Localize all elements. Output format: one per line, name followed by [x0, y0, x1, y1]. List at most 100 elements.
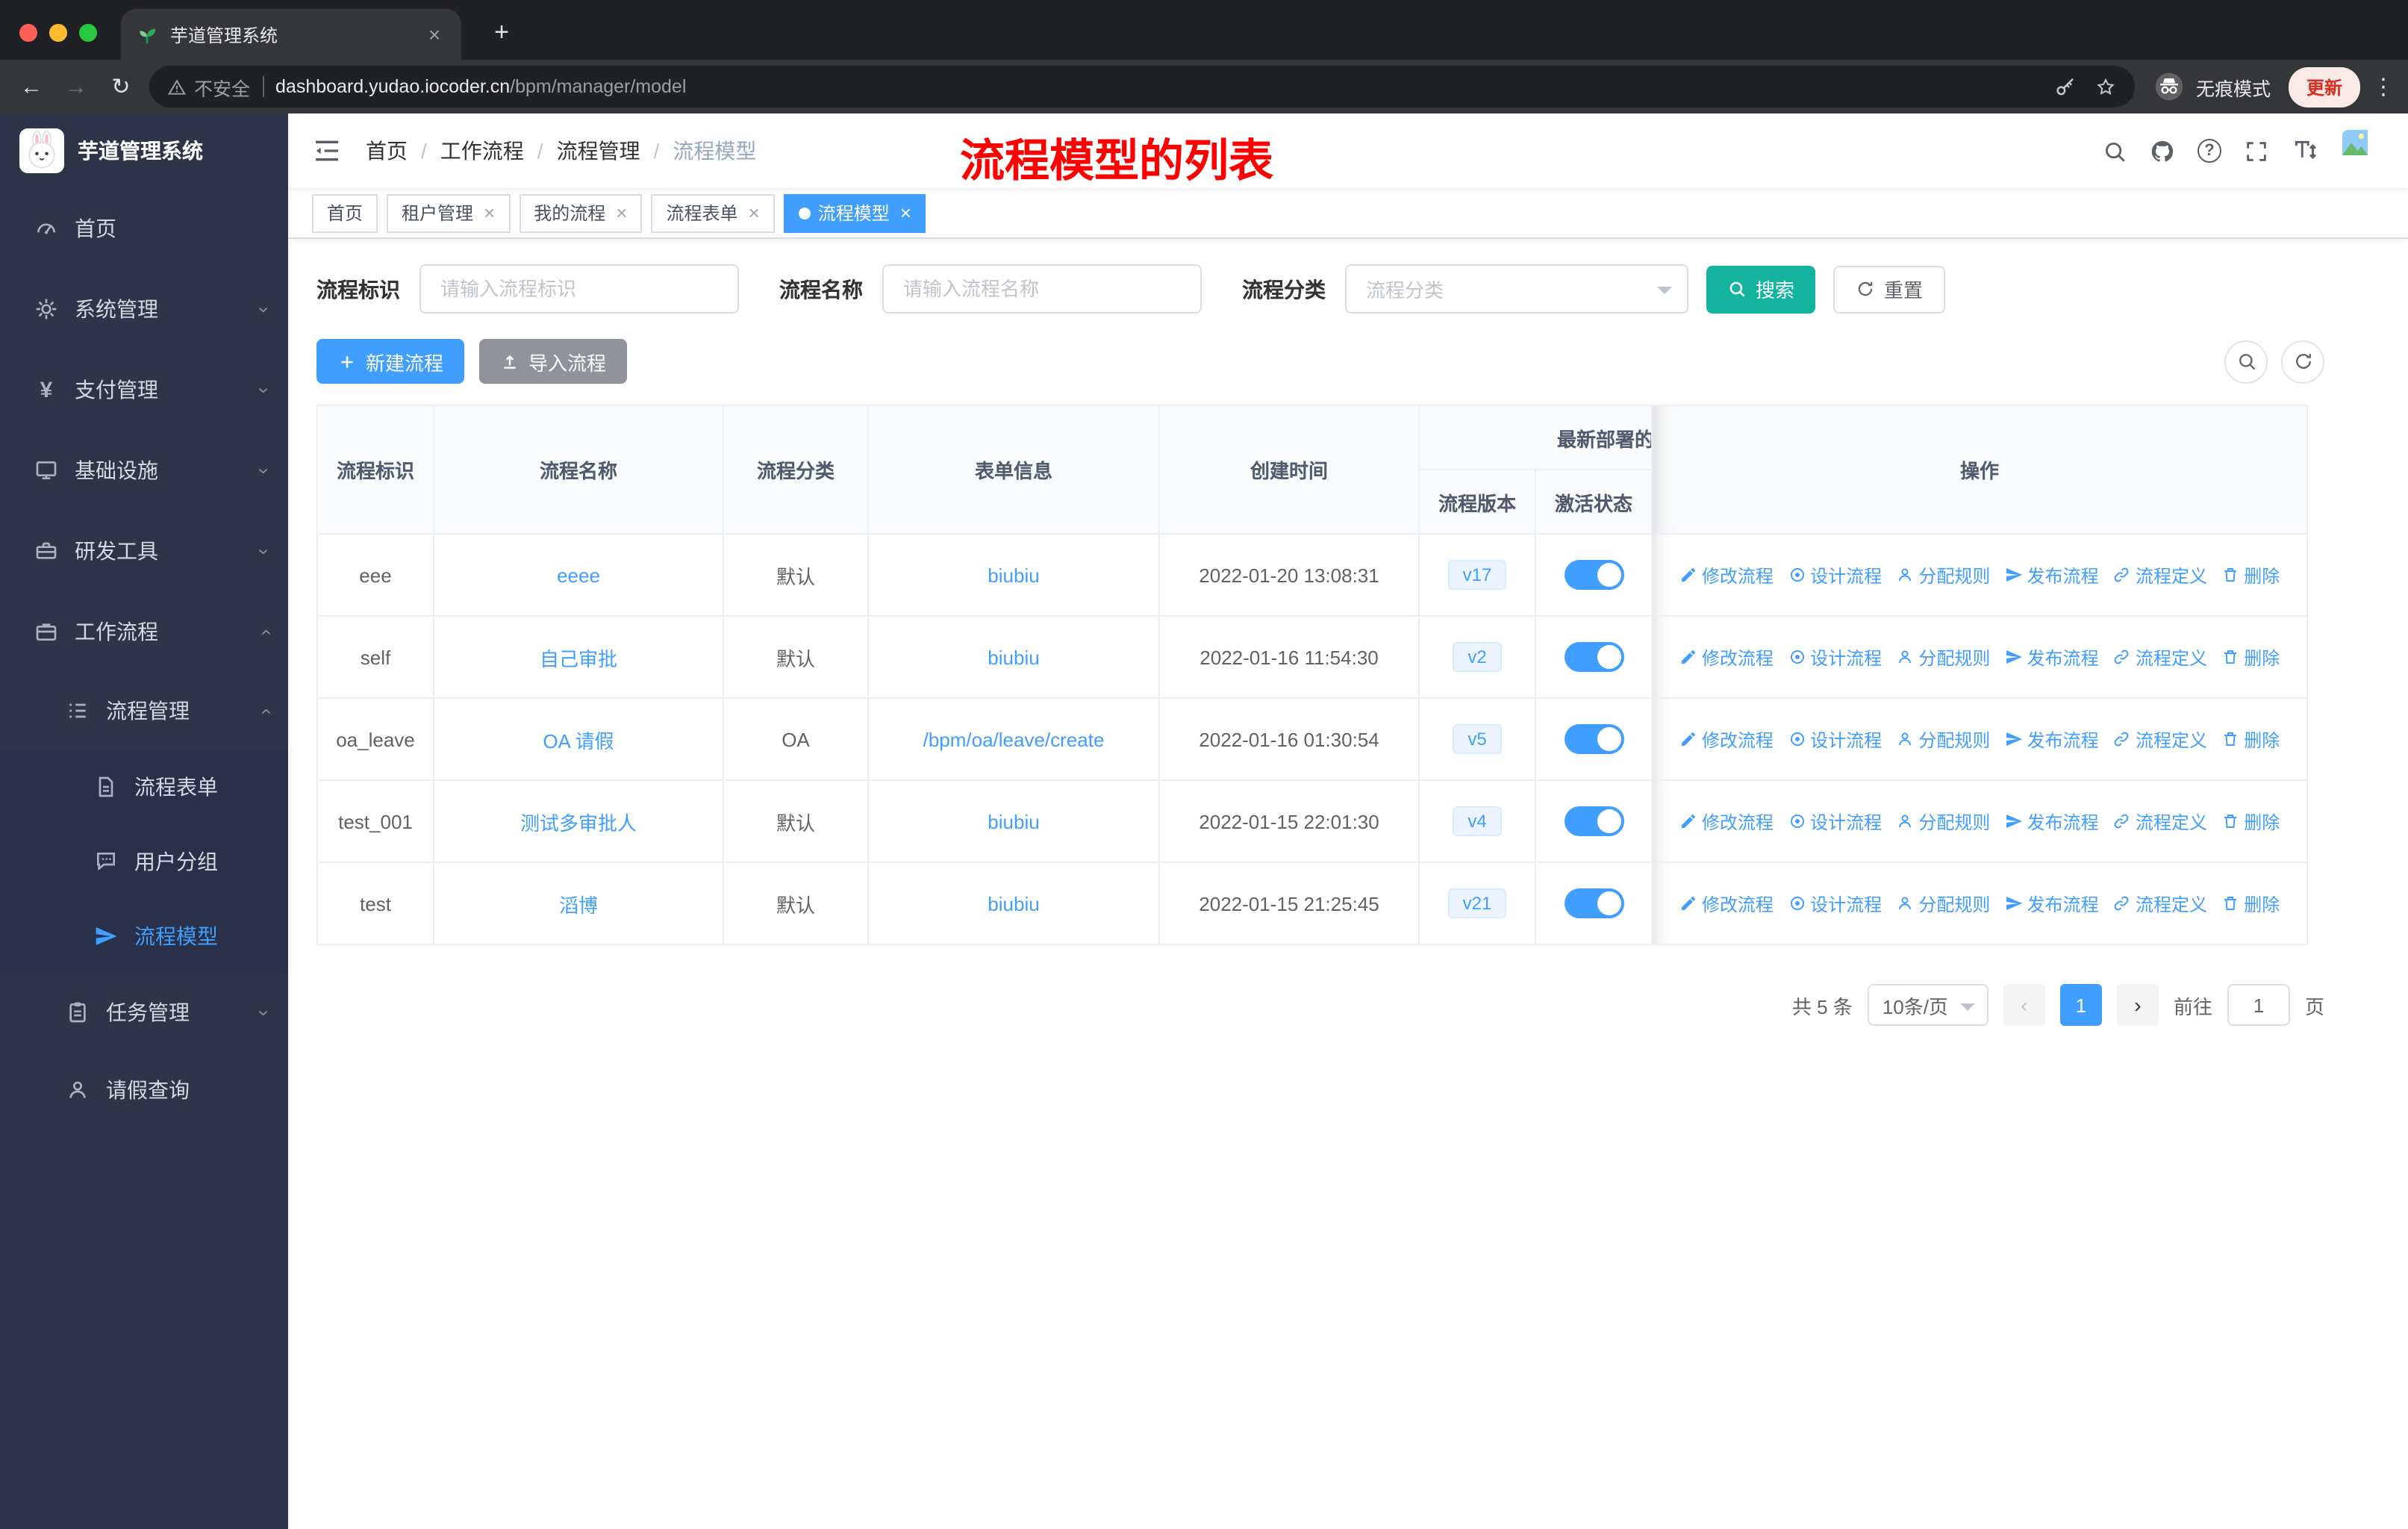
form-info-link[interactable]: /bpm/oa/leave/create: [923, 728, 1105, 750]
process-key-input[interactable]: [419, 264, 739, 314]
delete-link[interactable]: 删除: [2221, 726, 2280, 752]
sidebar-item-leave-query[interactable]: 请假查询: [0, 1051, 288, 1129]
browser-menu-icon[interactable]: ⋮: [2372, 73, 2395, 100]
publish-process-link[interactable]: 发布流程: [2005, 809, 2099, 834]
form-info-link[interactable]: biubiu: [988, 810, 1039, 832]
edit-process-link[interactable]: 修改流程: [1679, 726, 1774, 752]
active-toggle[interactable]: [1564, 642, 1623, 672]
incognito-profile-chip[interactable]: 无痕模式: [2147, 70, 2277, 103]
reload-icon[interactable]: ↻: [105, 73, 137, 100]
assign-rule-link[interactable]: 分配规则: [1896, 891, 1990, 916]
sidebar-item-devtools[interactable]: 研发工具 ›: [0, 511, 288, 591]
address-bar[interactable]: 不安全 dashboard.yudao.iocoder.cn/bpm/manag…: [149, 66, 2135, 108]
next-page-button[interactable]: ›: [2116, 984, 2159, 1026]
category-select[interactable]: 流程分类: [1345, 264, 1688, 314]
maximize-window-button[interactable]: [79, 24, 97, 42]
process-name-link[interactable]: eeee: [557, 564, 600, 586]
assign-rule-link[interactable]: 分配规则: [1896, 644, 1990, 670]
import-process-button[interactable]: 导入流程: [479, 339, 628, 384]
tab-home[interactable]: 首页: [312, 193, 378, 232]
page-size-select[interactable]: 10条/页: [1867, 984, 1989, 1026]
goto-page-input[interactable]: [2227, 984, 2290, 1026]
breadcrumb-item[interactable]: 流程管理: [557, 136, 640, 166]
close-icon[interactable]: ×: [484, 202, 495, 224]
edit-process-link[interactable]: 修改流程: [1679, 809, 1774, 834]
form-info-link[interactable]: biubiu: [988, 564, 1039, 586]
forward-icon[interactable]: →: [60, 74, 93, 99]
sidebar-item-process-model[interactable]: 流程模型: [0, 899, 288, 974]
delete-link[interactable]: 删除: [2221, 809, 2280, 834]
publish-process-link[interactable]: 发布流程: [2005, 891, 2099, 916]
delete-link[interactable]: 删除: [2221, 891, 2280, 916]
edit-process-link[interactable]: 修改流程: [1679, 562, 1774, 588]
breadcrumb-item[interactable]: 首页: [366, 136, 408, 166]
back-icon[interactable]: ←: [15, 74, 48, 99]
help-icon[interactable]: [2198, 139, 2221, 163]
process-definition-link[interactable]: 流程定义: [2113, 891, 2207, 916]
close-icon[interactable]: ×: [616, 202, 627, 224]
password-key-icon[interactable]: [2054, 75, 2077, 98]
new-tab-button[interactable]: +: [482, 18, 521, 48]
design-process-link[interactable]: 设计流程: [1788, 644, 1882, 670]
design-process-link[interactable]: 设计流程: [1788, 891, 1882, 916]
tab-my-process[interactable]: 我的流程 ×: [519, 193, 643, 232]
process-name-link[interactable]: OA 请假: [543, 729, 614, 752]
bookmark-star-icon[interactable]: [2094, 75, 2117, 98]
design-process-link[interactable]: 设计流程: [1788, 726, 1882, 752]
tab-process-form[interactable]: 流程表单 ×: [651, 193, 775, 232]
sidebar-item-task-mgmt[interactable]: 任务管理 ›: [0, 974, 288, 1051]
sidebar-item-infra[interactable]: 基础设施 ›: [0, 430, 288, 511]
process-name-link[interactable]: 自己审批: [540, 647, 617, 670]
tab-close-icon[interactable]: ×: [422, 22, 446, 46]
active-toggle[interactable]: [1564, 888, 1623, 918]
process-definition-link[interactable]: 流程定义: [2113, 644, 2207, 670]
search-icon[interactable]: [2102, 138, 2127, 164]
active-toggle[interactable]: [1564, 560, 1623, 590]
reset-button[interactable]: 重置: [1833, 265, 1946, 313]
assign-rule-link[interactable]: 分配规则: [1896, 726, 1990, 752]
sidebar-item-process-mgmt[interactable]: 流程管理 ›: [0, 672, 288, 750]
delete-link[interactable]: 删除: [2221, 644, 2280, 670]
tab-process-model[interactable]: 流程模型 ×: [783, 193, 926, 232]
close-window-button[interactable]: [19, 24, 37, 42]
user-avatar[interactable]: [2342, 130, 2384, 172]
publish-process-link[interactable]: 发布流程: [2005, 726, 2099, 752]
github-icon[interactable]: [2150, 138, 2175, 164]
process-definition-link[interactable]: 流程定义: [2113, 726, 2207, 752]
edit-process-link[interactable]: 修改流程: [1679, 891, 1774, 916]
delete-link[interactable]: 删除: [2221, 562, 2280, 588]
publish-process-link[interactable]: 发布流程: [2005, 644, 2099, 670]
edit-process-link[interactable]: 修改流程: [1679, 644, 1774, 670]
fullscreen-icon[interactable]: [2244, 138, 2269, 164]
active-toggle[interactable]: [1564, 806, 1623, 836]
security-indicator[interactable]: 不安全: [167, 72, 250, 101]
active-toggle[interactable]: [1564, 724, 1623, 754]
design-process-link[interactable]: 设计流程: [1788, 809, 1882, 834]
prev-page-button[interactable]: ‹: [2003, 984, 2045, 1026]
design-process-link[interactable]: 设计流程: [1788, 562, 1882, 588]
minimize-window-button[interactable]: [49, 24, 67, 42]
sidebar-item-user-group[interactable]: 用户分组: [0, 824, 288, 899]
sidebar-item-system[interactable]: 系统管理 ›: [0, 269, 288, 349]
update-button[interactable]: 更新: [2288, 66, 2360, 107]
sidebar-item-home[interactable]: 首页: [0, 188, 288, 269]
toggle-search-button[interactable]: [2224, 340, 2268, 383]
assign-rule-link[interactable]: 分配规则: [1896, 562, 1990, 588]
publish-process-link[interactable]: 发布流程: [2005, 562, 2099, 588]
create-process-button[interactable]: 新建流程: [316, 339, 465, 384]
sidebar-item-payment[interactable]: ¥ 支付管理 ›: [0, 349, 288, 430]
font-size-icon[interactable]: [2292, 137, 2320, 165]
sidebar-fold-icon[interactable]: [312, 136, 342, 166]
breadcrumb-item[interactable]: 工作流程: [440, 136, 524, 166]
page-number-button[interactable]: 1: [2059, 984, 2102, 1026]
close-icon[interactable]: ×: [900, 202, 911, 224]
assign-rule-link[interactable]: 分配规则: [1896, 809, 1990, 834]
process-definition-link[interactable]: 流程定义: [2113, 562, 2207, 588]
search-button[interactable]: 搜索: [1706, 265, 1816, 313]
form-info-link[interactable]: biubiu: [988, 646, 1039, 668]
browser-tab[interactable]: 芋道管理系统 ×: [121, 9, 461, 60]
process-name-link[interactable]: 测试多审批人: [520, 812, 637, 834]
refresh-button[interactable]: [2281, 340, 2324, 383]
process-name-link[interactable]: 滔博: [559, 894, 598, 916]
close-icon[interactable]: ×: [749, 202, 760, 224]
